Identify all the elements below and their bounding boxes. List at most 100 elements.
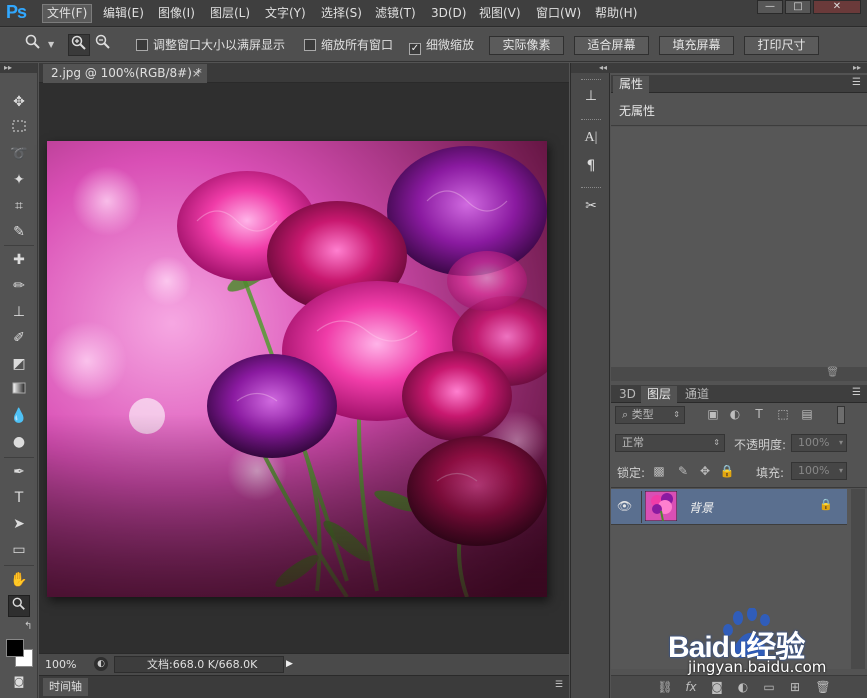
gradient-tool-icon[interactable] (8, 379, 30, 401)
hand-tool-icon[interactable]: ✋ (8, 569, 30, 591)
quick-mask-icon[interactable]: ◙ (8, 671, 30, 693)
layers-scrollbar[interactable] (851, 489, 865, 669)
new-layer-icon[interactable]: ⊞ (787, 680, 803, 694)
tools-panel-header[interactable]: ▸▸ (0, 63, 37, 73)
print-size-button[interactable]: 打印尺寸 (744, 36, 819, 55)
zoom-level[interactable]: 100% (45, 658, 76, 671)
add-mask-icon[interactable]: ◙ (709, 680, 725, 694)
lock-position-icon[interactable]: ✥ (697, 464, 713, 478)
marquee-tool-icon[interactable] (8, 117, 30, 139)
close-window-button[interactable]: ✕ (813, 0, 861, 14)
adjustment-layer-icon[interactable]: ◐ (735, 680, 751, 694)
filter-smart-object-icon[interactable]: ▤ (799, 407, 815, 421)
properties-menu-icon[interactable]: ☰ (852, 77, 861, 88)
path-selection-icon[interactable]: ➤ (8, 513, 30, 535)
minimize-button[interactable]: — (757, 0, 783, 14)
shape-tool-icon[interactable]: ▭ (8, 539, 30, 561)
menu-help[interactable]: 帮助(H) (591, 4, 641, 23)
zoom-out-icon[interactable] (92, 34, 114, 56)
filter-type-icon[interactable]: T (751, 407, 767, 421)
layer-name[interactable]: 背景 (689, 499, 713, 516)
maximize-button[interactable]: □ (785, 0, 811, 14)
tool-presets-icon[interactable]: ✂ (579, 195, 603, 217)
layers-menu-icon[interactable]: ☰ (852, 387, 861, 398)
menu-image[interactable]: 图像(I) (154, 4, 199, 23)
clone-stamp-icon[interactable]: ⊥ (8, 301, 30, 323)
filter-adjustment-icon[interactable]: ◐ (727, 407, 743, 421)
history-brush-icon[interactable]: ✐ (8, 327, 30, 349)
filter-shape-icon[interactable]: ⬚ (775, 407, 791, 421)
clone-source-icon[interactable]: ⊥ (579, 85, 603, 107)
swap-colors-icon[interactable]: ↰ (24, 621, 32, 632)
menu-filter[interactable]: 滤镜(T) (371, 4, 420, 23)
close-tab-icon[interactable]: × (192, 64, 201, 83)
panel-grip[interactable] (581, 79, 601, 81)
properties-trash-icon[interactable]: 🗑 (826, 367, 839, 378)
panel-grip[interactable] (581, 119, 601, 121)
delete-layer-icon[interactable]: 🗑 (815, 680, 831, 694)
lock-all-icon[interactable]: 🔒 (719, 464, 735, 478)
layer-style-icon[interactable]: fx (683, 680, 699, 694)
opacity-input[interactable]: 100% ▾ (791, 434, 847, 452)
fit-screen-button[interactable]: 适合屏幕 (574, 36, 649, 55)
tab-channels[interactable]: 通道 (679, 386, 715, 403)
crop-tool-icon[interactable]: ⌗ (8, 195, 30, 217)
panels-collapse-icon[interactable]: ▸▸ (611, 63, 867, 73)
checkbox-box[interactable] (304, 39, 316, 51)
strip-collapse-icon[interactable]: ◂◂ (571, 63, 611, 73)
menu-3d[interactable]: 3D(D) (427, 4, 470, 23)
zoom-tool-preset-icon[interactable] (22, 34, 44, 56)
actual-pixels-button[interactable]: 实际像素 (489, 36, 564, 55)
eraser-tool-icon[interactable]: ◩ (8, 353, 30, 375)
fill-screen-button[interactable]: 填充屏幕 (659, 36, 734, 55)
filter-pixel-icon[interactable]: ▣ (705, 407, 721, 421)
menu-file[interactable]: 文件(F) (42, 4, 93, 23)
blur-tool-icon[interactable]: 💧 (8, 405, 30, 427)
checkbox-box[interactable]: ✓ (409, 43, 421, 55)
lasso-tool-icon[interactable]: ➰ (8, 143, 30, 165)
checkbox-box[interactable] (136, 39, 148, 51)
canvas-image[interactable] (47, 141, 547, 597)
preset-dropdown-arrow-icon[interactable]: ▼ (48, 40, 54, 49)
menu-edit[interactable]: 编辑(E) (99, 4, 148, 23)
menu-layer[interactable]: 图层(L) (206, 4, 254, 23)
type-tool-icon[interactable]: T (8, 487, 30, 509)
lock-transparent-icon[interactable]: ▩ (651, 464, 667, 478)
tab-3d[interactable]: 3D (613, 386, 642, 403)
tab-layers[interactable]: 图层 (641, 386, 678, 403)
healing-brush-icon[interactable]: ✚ (8, 249, 30, 271)
character-panel-icon[interactable]: A| (579, 127, 603, 149)
document-tab[interactable]: 2.jpg @ 100%(RGB/8#) * × (43, 64, 207, 83)
resize-windows-checkbox[interactable]: 调整窗口大小以满屏显示 (136, 38, 285, 52)
new-group-icon[interactable]: ▭ (761, 680, 777, 694)
timeline-menu-icon[interactable]: ☰ (555, 680, 563, 690)
menu-select[interactable]: 选择(S) (317, 4, 366, 23)
layer-visibility-eye-icon[interactable]: 👁 (617, 499, 632, 513)
magic-wand-icon[interactable]: ✦ (8, 169, 30, 191)
status-info-icon[interactable]: ◐ (94, 657, 108, 671)
pen-tool-icon[interactable]: ✒ (8, 461, 30, 483)
dodge-tool-icon[interactable]: ● (8, 431, 30, 453)
zoom-in-icon[interactable] (68, 34, 90, 56)
status-menu-arrow-icon[interactable]: ▶ (286, 656, 298, 673)
filter-toggle-switch[interactable] (837, 406, 845, 424)
move-tool-icon[interactable]: ✥ (8, 91, 30, 113)
timeline-tab[interactable]: 时间轴 (43, 678, 88, 696)
menu-type[interactable]: 文字(Y) (261, 4, 310, 23)
menu-view[interactable]: 视图(V) (475, 4, 525, 23)
tab-properties[interactable]: 属性 (613, 76, 650, 93)
layer-row[interactable]: 👁 背景 🔒 (611, 489, 847, 525)
lock-image-icon[interactable]: ✎ (675, 464, 691, 478)
scrubby-zoom-checkbox[interactable]: ✓ 细微缩放 (409, 38, 474, 55)
brush-tool-icon[interactable]: ✏ (8, 275, 30, 297)
panel-grip[interactable] (581, 187, 601, 189)
zoom-tool-icon[interactable] (8, 595, 30, 617)
eyedropper-icon[interactable]: ✎ (8, 221, 30, 243)
menu-window[interactable]: 窗口(W) (532, 4, 585, 23)
paragraph-panel-icon[interactable]: ¶ (579, 155, 603, 177)
layer-filter-select[interactable]: ⌕ 类型 ⇕ (615, 406, 685, 424)
zoom-all-windows-checkbox[interactable]: 缩放所有窗口 (304, 38, 393, 52)
fill-input[interactable]: 100% ▾ (791, 462, 847, 480)
foreground-color-swatch[interactable] (6, 639, 24, 657)
link-layers-icon[interactable]: ⛓ (657, 680, 673, 694)
